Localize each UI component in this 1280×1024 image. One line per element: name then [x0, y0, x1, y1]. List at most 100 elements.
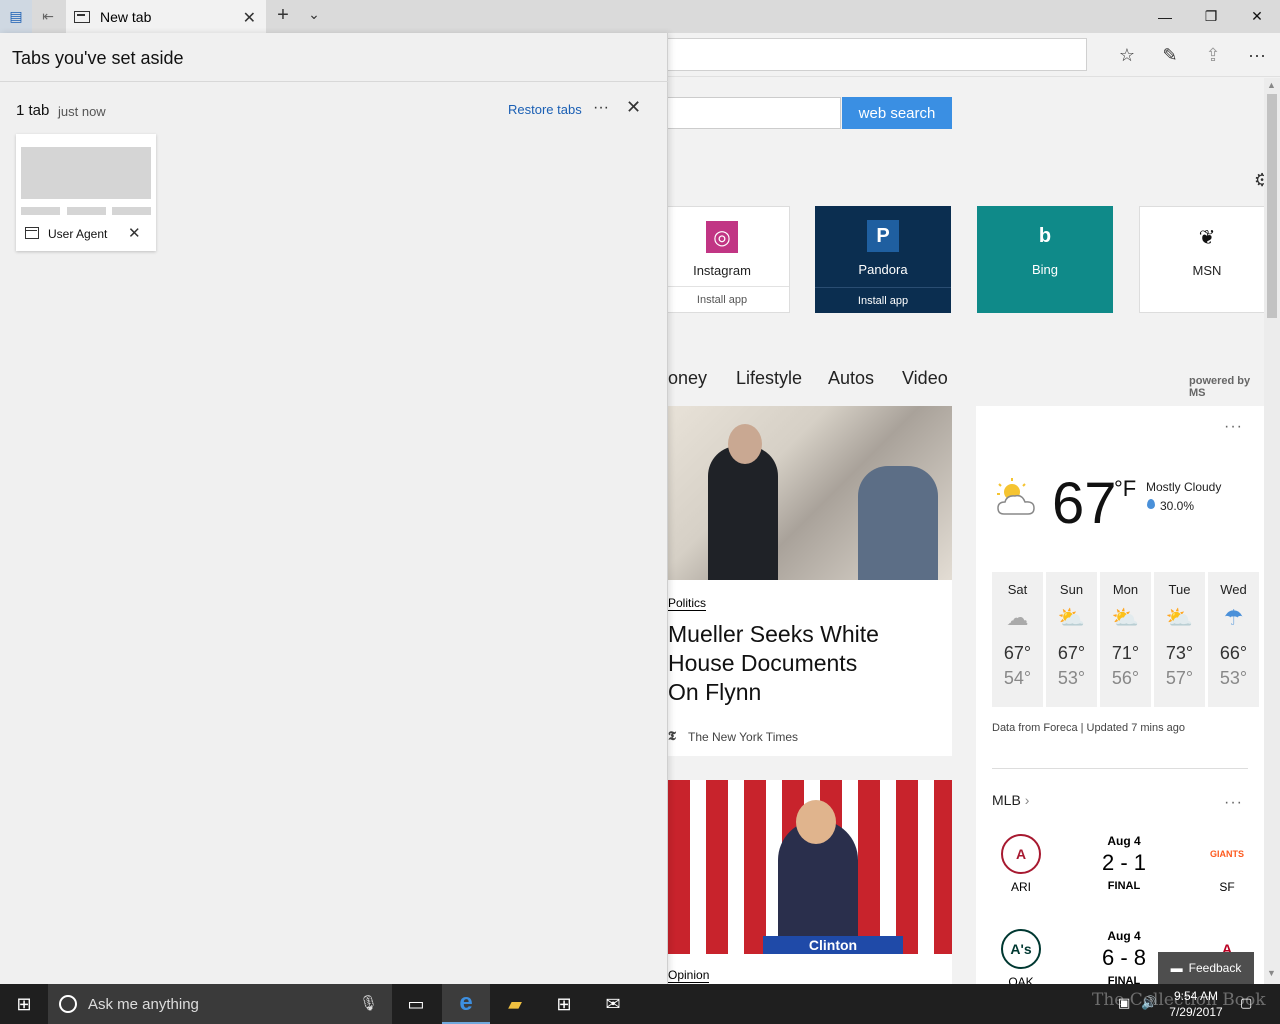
edge-icon[interactable]: e: [442, 984, 490, 1024]
tabs-aside-icon[interactable]: ▤: [0, 0, 32, 33]
current-temperature: 67: [1052, 471, 1117, 536]
forecast-day[interactable]: Sat ☁ 67° 54°: [992, 572, 1043, 707]
panel-title: Tabs you've set aside: [12, 48, 184, 68]
scroll-down-arrow-icon[interactable]: ▼: [1267, 968, 1276, 978]
more-menu-icon[interactable]: ···: [1242, 41, 1272, 69]
feedback-button[interactable]: ▬ Feedback: [1158, 952, 1254, 984]
tab-new-tab[interactable]: New tab ✕: [66, 0, 266, 33]
weather-card: ··· 67 °F Mostly Cloudy 30.0% Sat ☁ 67° …: [976, 406, 1264, 984]
powered-by-label: powered by MS: [1189, 375, 1251, 399]
close-tab-icon[interactable]: ✕: [243, 8, 256, 28]
set-aside-tab-thumbnail[interactable]: User Agent ✕: [16, 134, 156, 251]
cortana-icon: [59, 995, 77, 1013]
mlb-header[interactable]: MLB ›: [992, 792, 1029, 808]
mail-icon[interactable]: ✉: [589, 984, 637, 1024]
article-category[interactable]: Politics: [668, 596, 707, 611]
article-headline[interactable]: Mueller Seeks White House Documents On F…: [668, 620, 952, 707]
forecast-day[interactable]: Wed ☂ 66° 53°: [1208, 572, 1259, 707]
mlb-more-icon[interactable]: ···: [1224, 794, 1243, 812]
news-tab-autos[interactable]: Autos: [828, 368, 874, 389]
volume-icon[interactable]: 🔊: [1141, 995, 1157, 1011]
cloudy-icon: ☁: [1006, 605, 1029, 630]
microphone-icon[interactable]: 🎙: [359, 994, 378, 1012]
thumbnail-placeholder: [67, 207, 106, 215]
news-card[interactable]: Politics Mueller Seeks White House Docum…: [668, 406, 952, 756]
close-group-icon[interactable]: ✕: [626, 97, 641, 118]
share-icon[interactable]: ⇪: [1198, 41, 1228, 69]
group-more-icon[interactable]: ···: [593, 99, 609, 117]
restore-tabs-link[interactable]: Restore tabs: [508, 102, 582, 117]
weather-source[interactable]: Data from Foreca | Updated 7 mins ago: [992, 722, 1185, 734]
web-note-pen-icon[interactable]: ✎: [1155, 41, 1185, 69]
install-app-link[interactable]: Install app: [655, 286, 789, 312]
news-tab-money[interactable]: oney: [668, 368, 707, 389]
precipitation-chance: 30.0%: [1160, 499, 1195, 513]
maximize-button[interactable]: ❐: [1188, 0, 1234, 33]
top-site-name: Pandora: [858, 262, 908, 277]
news-tab-lifestyle[interactable]: Lifestyle: [736, 368, 802, 389]
tab-page-icon: [74, 10, 90, 23]
gear-icon[interactable]: ⚙: [1254, 170, 1264, 191]
partly-cloudy-icon: [997, 478, 1035, 515]
forecast-day[interactable]: Sun ⛅ 67° 53°: [1046, 572, 1097, 707]
page-scrollbar[interactable]: ▲ ▼: [1264, 78, 1280, 984]
close-window-button[interactable]: ✕: [1234, 0, 1280, 33]
tab-title: New tab: [100, 8, 152, 25]
chevron-right-icon: ›: [1024, 792, 1030, 808]
tab-group-count: 1 tab: [16, 102, 50, 119]
mlb-game[interactable]: A ARI Aug 4 2 - 1 FINAL GIANTS SF: [992, 834, 1248, 914]
article-image: [668, 406, 952, 580]
forecast-days: Sat ☁ 67° 54° Sun ⛅ 67° 53° Mon ⛅ 71° 56…: [992, 572, 1259, 707]
tab-page-icon: [25, 227, 39, 239]
cortana-search-box[interactable]: Ask me anything 🎙: [48, 984, 392, 1024]
file-explorer-icon[interactable]: ▰: [491, 984, 539, 1024]
windows-start-icon[interactable]: ⊞: [0, 984, 48, 1024]
web-search-button[interactable]: web search: [842, 97, 952, 129]
address-bar[interactable]: [660, 38, 1087, 71]
article-image: Clinton: [668, 780, 952, 954]
top-site-name: Bing: [1031, 262, 1059, 277]
chat-bubble-icon: ▬: [1170, 961, 1183, 975]
forecast-day[interactable]: Tue ⛅ 73° 57°: [1154, 572, 1205, 707]
network-icon[interactable]: ▣: [1118, 995, 1130, 1011]
scroll-up-arrow-icon[interactable]: ▲: [1267, 80, 1276, 90]
giants-logo-icon: GIANTS: [1209, 849, 1244, 859]
minimize-button[interactable]: —: [1142, 0, 1188, 33]
top-site-pandora[interactable]: P Pandora Install app: [815, 206, 951, 313]
thumbnail-placeholder: [112, 207, 151, 215]
task-view-icon[interactable]: ▭: [392, 984, 440, 1024]
msn-butterfly-icon: ❦: [1191, 221, 1223, 253]
forecast-day[interactable]: Mon ⛅ 71° 56°: [1100, 572, 1151, 707]
new-tab-button[interactable]: +: [272, 4, 294, 27]
top-site-bing[interactable]: b Bing: [977, 206, 1113, 313]
article-category[interactable]: Opinion: [668, 968, 710, 983]
partly-sunny-icon: ⛅: [1165, 605, 1194, 630]
nyt-logo-icon: 𝕿: [668, 729, 676, 744]
partly-sunny-icon: ⛅: [1057, 605, 1086, 630]
scrollbar-thumb[interactable]: [1267, 94, 1277, 318]
temperature-unit[interactable]: °F: [1114, 476, 1136, 502]
divider: [0, 81, 668, 82]
search-input[interactable]: [660, 97, 841, 129]
top-site-msn[interactable]: ❦ MSN: [1139, 206, 1264, 313]
taskbar: ⊞ Ask me anything 🎙 ▭ e ▰ ⊞ ✉ The Collec…: [0, 984, 1280, 1024]
rain-icon: ☂: [1223, 605, 1244, 630]
news-card[interactable]: Clinton Opinion: [668, 780, 952, 984]
diamondbacks-logo-icon: A: [1001, 834, 1041, 874]
store-icon[interactable]: ⊞: [540, 984, 588, 1024]
system-clock[interactable]: 9:54 AM 7/29/2017: [1166, 988, 1226, 1020]
top-site-instagram[interactable]: ◎ Instagram Install app: [654, 206, 790, 313]
tab-group-time: just now: [58, 104, 106, 119]
favorites-star-icon[interactable]: ☆: [1112, 41, 1142, 69]
weather-condition: Mostly Cloudy: [1146, 480, 1222, 494]
action-center-icon[interactable]: ▢: [1240, 995, 1252, 1011]
instagram-icon: ◎: [706, 221, 738, 253]
install-app-link[interactable]: Install app: [815, 287, 951, 313]
tabs-set-aside-panel: Tabs you've set aside 1 tab just now Res…: [0, 33, 668, 984]
tab-preview-chevron-icon[interactable]: ⌄: [304, 6, 324, 23]
remove-tab-icon[interactable]: ✕: [128, 224, 141, 242]
news-tab-video[interactable]: Video: [902, 368, 948, 389]
weather-more-icon[interactable]: ···: [1224, 418, 1243, 436]
pandora-icon: P: [867, 220, 899, 252]
set-tabs-aside-icon[interactable]: ⇤: [32, 0, 64, 33]
